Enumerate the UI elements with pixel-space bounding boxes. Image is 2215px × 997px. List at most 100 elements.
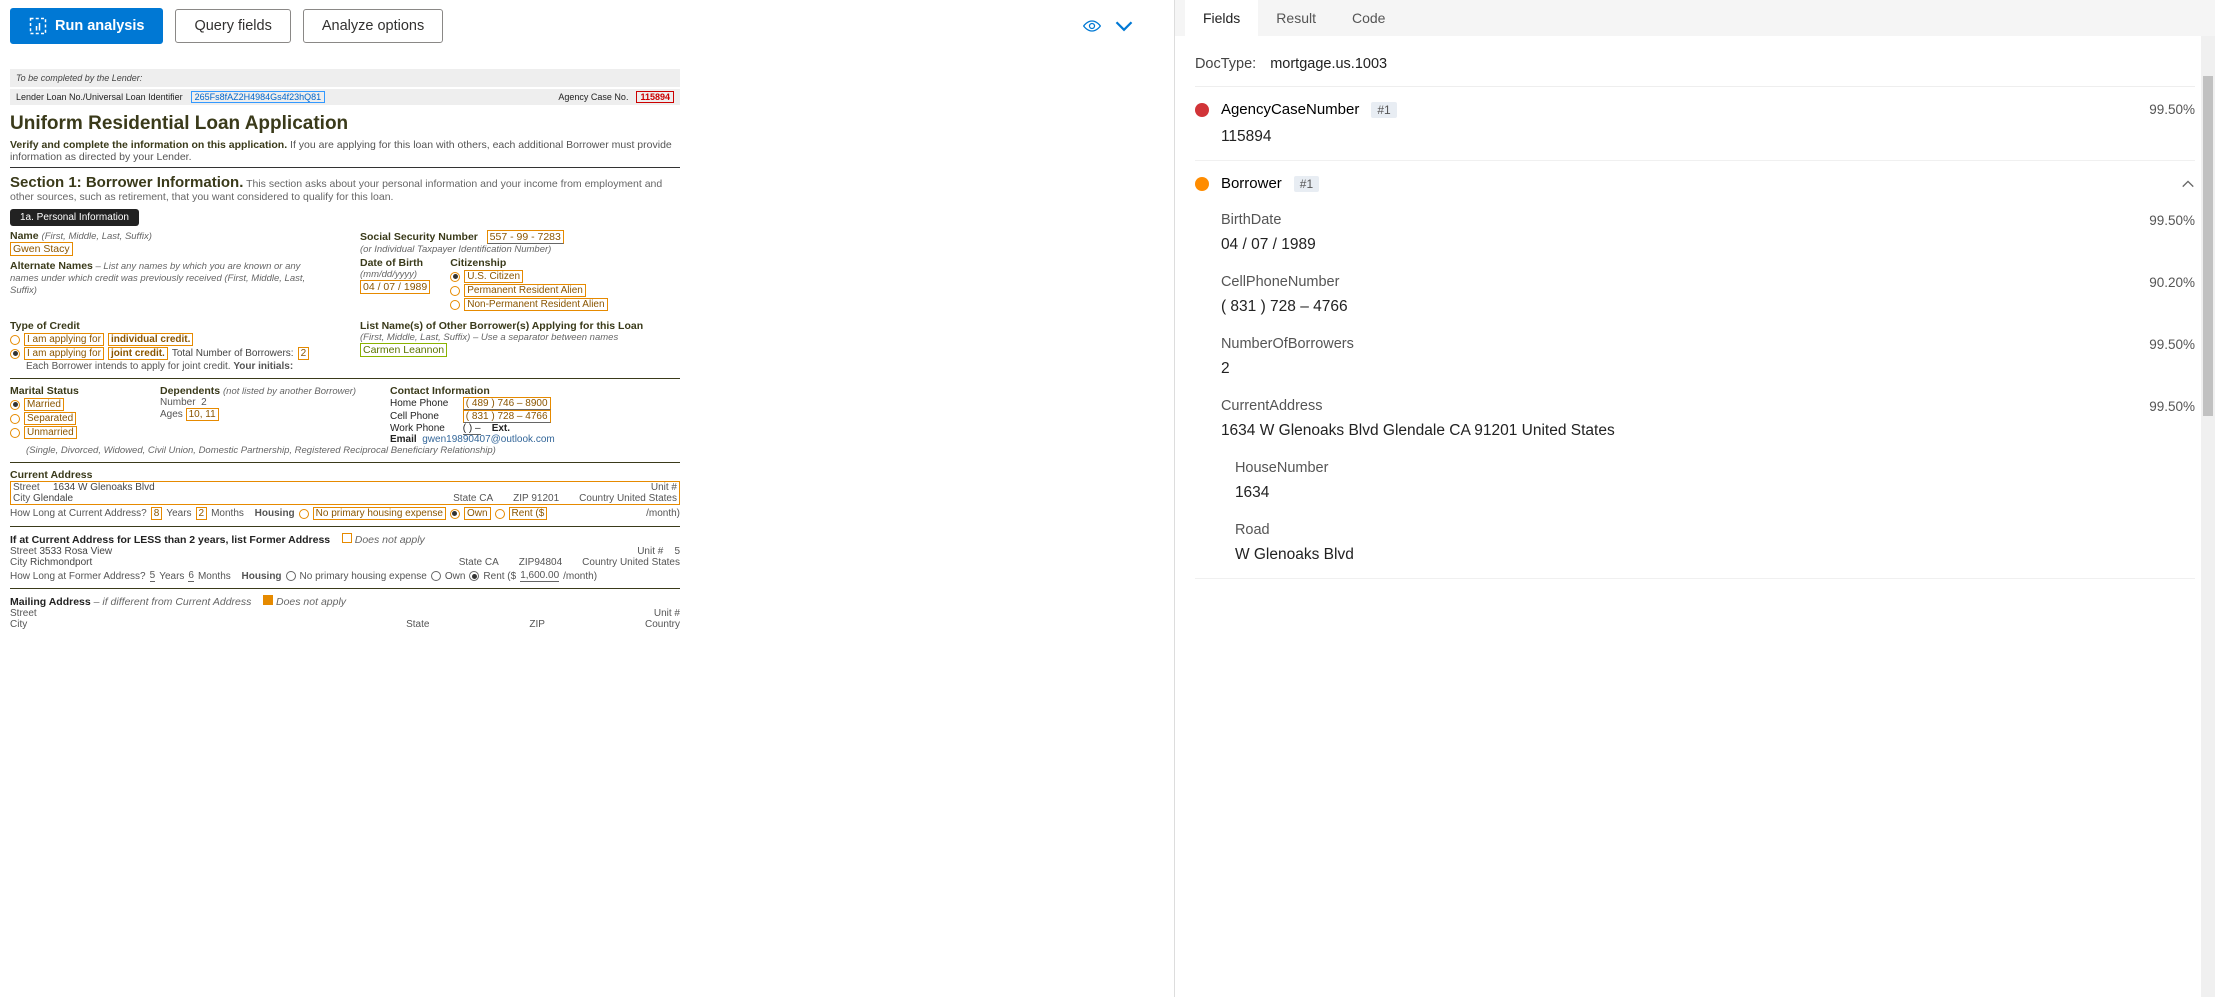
list-names-label: List Name(s) of Other Borrower(s) Applyi… bbox=[360, 320, 680, 332]
radio-married bbox=[10, 400, 20, 410]
analyze-options-button[interactable]: Analyze options bbox=[303, 9, 443, 43]
does-not-apply-2: Does not apply bbox=[276, 596, 346, 608]
nested-name: Road bbox=[1235, 522, 1270, 538]
country-label: Country bbox=[579, 493, 614, 504]
does-not-apply-1: Does not apply bbox=[355, 534, 425, 546]
alt-names-label: Alternate Names bbox=[10, 260, 93, 272]
query-fields-button[interactable]: Query fields bbox=[175, 9, 290, 43]
cell-phone-value: ( 831 ) 728 – 4766 bbox=[463, 410, 551, 423]
months-value: 2 bbox=[196, 507, 208, 520]
radio-f-rent bbox=[469, 571, 479, 581]
name-hint: (First, Middle, Last, Suffix) bbox=[42, 231, 152, 242]
tc-total-value: 2 bbox=[298, 347, 310, 360]
analysis-icon bbox=[29, 17, 47, 35]
checkbox-does-not-apply-1 bbox=[342, 533, 352, 543]
subfield-value: 04 / 07 / 1989 bbox=[1221, 236, 2195, 254]
home-phone-value: ( 489 ) 746 – 8900 bbox=[463, 397, 551, 410]
subfield-confidence: 99.50% bbox=[2149, 213, 2195, 228]
field-agency-case-number[interactable]: AgencyCaseNumber #1 99.50% 115894 bbox=[1195, 87, 2195, 161]
email-value: gwen19890407@outlook.com bbox=[422, 434, 554, 445]
subfield-cellphone[interactable]: CellPhoneNumber 90.20% ( 831 ) 728 – 476… bbox=[1195, 274, 2195, 316]
f-state-label: State bbox=[459, 557, 482, 568]
tab-fields[interactable]: Fields bbox=[1185, 0, 1258, 36]
f-country-label: Country bbox=[582, 557, 617, 568]
run-analysis-button[interactable]: Run analysis bbox=[10, 8, 163, 44]
m-city-label: City bbox=[10, 619, 27, 630]
subfield-name: NumberOfBorrowers bbox=[1221, 336, 1354, 352]
f-per-month: /month) bbox=[563, 571, 597, 582]
scrollbar-thumb[interactable] bbox=[2203, 76, 2213, 416]
tc-joint-pre: I am applying for bbox=[24, 347, 104, 360]
street-value: 1634 W Glenoaks Blvd bbox=[53, 482, 155, 493]
housing-no-expense: No primary housing expense bbox=[313, 507, 446, 520]
subfield-name: CellPhoneNumber bbox=[1221, 274, 1339, 290]
state-value: CA bbox=[479, 493, 493, 504]
per-month: /month) bbox=[646, 508, 680, 519]
dob-hint: (mm/dd/yyyy) bbox=[360, 269, 430, 280]
state-label: State bbox=[453, 493, 476, 504]
zip-value: 91201 bbox=[531, 493, 559, 504]
f-rent: Rent ($ bbox=[483, 571, 516, 582]
name-label: Name bbox=[10, 230, 39, 242]
eye-icon[interactable] bbox=[1082, 19, 1102, 33]
section1-title: Section 1: Borrower Information. bbox=[10, 174, 243, 191]
subfield-numborrowers[interactable]: NumberOfBorrowers 99.50% 2 bbox=[1195, 336, 2195, 378]
former-intro: If at Current Address for LESS than 2 ye… bbox=[10, 534, 330, 546]
tab-code[interactable]: Code bbox=[1334, 0, 1403, 36]
dob-label: Date of Birth bbox=[360, 257, 430, 269]
chevron-up-icon[interactable] bbox=[2181, 177, 2195, 191]
radio-no-housing-expense bbox=[299, 509, 309, 519]
citizenship-perm: Permanent Resident Alien bbox=[464, 284, 586, 297]
field-name: Borrower bbox=[1221, 175, 1282, 192]
marital-married: Married bbox=[24, 398, 64, 411]
radio-unmarried bbox=[10, 428, 20, 438]
borrower-name: Gwen Stacy bbox=[10, 242, 73, 256]
dependents-num: 2 bbox=[201, 397, 207, 408]
marital-separated: Separated bbox=[24, 412, 76, 425]
results-body: DocType: mortgage.us.1003 AgencyCaseNumb… bbox=[1175, 36, 2215, 997]
country-value: United States bbox=[617, 493, 677, 504]
f-years-label: Years bbox=[159, 571, 184, 582]
field-borrower[interactable]: Borrower #1 BirthDate 99.50% 04 / 07 / 1… bbox=[1195, 161, 2195, 579]
m-zip-label: ZIP bbox=[529, 619, 545, 630]
radio-perm-resident bbox=[450, 286, 460, 296]
marital-unmarried: Unmarried bbox=[24, 426, 77, 439]
work-phone-label: Work Phone bbox=[390, 423, 460, 434]
chevron-down-icon[interactable] bbox=[1114, 19, 1134, 33]
tc-total-label: Total Number of Borrowers: bbox=[172, 348, 294, 359]
tab-result[interactable]: Result bbox=[1258, 0, 1334, 36]
f-months: 6 bbox=[188, 570, 194, 582]
tc-joint: joint credit. bbox=[108, 347, 168, 360]
field-chip: #1 bbox=[1371, 102, 1396, 118]
f-unit: 5 bbox=[674, 546, 680, 557]
citizenship-us: U.S. Citizen bbox=[464, 270, 523, 283]
agency-case-value: 115894 bbox=[636, 91, 674, 103]
how-long-former: How Long at Former Address? bbox=[10, 571, 146, 582]
tc-indiv: individual credit. bbox=[108, 333, 193, 346]
nested-name: HouseNumber bbox=[1235, 460, 1329, 476]
field-value: 115894 bbox=[1195, 128, 2195, 146]
dependents-num-label: Number bbox=[160, 397, 196, 408]
housing-rent: Rent ($ bbox=[509, 507, 548, 520]
dependents-ages: 10, 11 bbox=[186, 408, 219, 421]
nested-housenumber[interactable]: HouseNumber 1634 bbox=[1221, 460, 2195, 502]
subfield-birthdate[interactable]: BirthDate 99.50% 04 / 07 / 1989 bbox=[1195, 212, 2195, 254]
subfield-currentaddress[interactable]: CurrentAddress 99.50% 1634 W Glenoaks Bl… bbox=[1195, 398, 2195, 564]
city-label: City bbox=[13, 493, 30, 504]
dependents-ages-label: Ages bbox=[160, 409, 183, 420]
home-phone-label: Home Phone bbox=[390, 398, 460, 409]
f-rent-amount: 1,600.00 bbox=[520, 570, 559, 582]
radio-us-citizen bbox=[450, 272, 460, 282]
subfield-value: 1634 W Glenoaks Blvd Glendale CA 91201 U… bbox=[1221, 422, 2195, 440]
f-street: 3533 Rosa View bbox=[39, 546, 112, 557]
scrollbar[interactable] bbox=[2201, 36, 2215, 997]
checkbox-does-not-apply-2 bbox=[263, 595, 273, 605]
email-label: Email bbox=[390, 434, 417, 445]
nested-value: 1634 bbox=[1235, 484, 2195, 502]
lender-loan-value: 265Fs8fAZ2H4984Gs4f23hQ81 bbox=[191, 91, 326, 103]
f-state: CA bbox=[485, 557, 499, 568]
subfield-confidence: 99.50% bbox=[2149, 337, 2195, 352]
nested-road[interactable]: Road W Glenoaks Blvd bbox=[1221, 522, 2195, 564]
radio-joint-credit bbox=[10, 349, 20, 359]
housing-own: Own bbox=[464, 507, 491, 520]
